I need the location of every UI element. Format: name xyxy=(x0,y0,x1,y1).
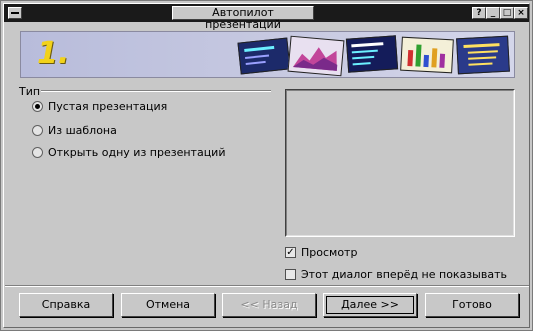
help-button[interactable]: Справка xyxy=(19,293,113,317)
slide-thumbnail-text xyxy=(456,35,510,75)
maximize-icon[interactable]: □ xyxy=(500,7,514,19)
slide-thumbnail-dark xyxy=(237,37,291,75)
step-number: 1. xyxy=(37,36,70,71)
help-icon[interactable]: ? xyxy=(472,7,486,19)
minimize-icon[interactable]: _ xyxy=(486,7,500,19)
window-title: Автопилот презентаций xyxy=(172,6,314,31)
button-separator xyxy=(5,285,529,287)
type-group-divider xyxy=(41,90,271,92)
radio-label: Из шаблона xyxy=(48,123,117,137)
cancel-button[interactable]: Отмена xyxy=(121,293,215,317)
preview-checkbox[interactable]: ✓ xyxy=(285,246,296,258)
radio-button[interactable] xyxy=(32,124,43,136)
title-bar[interactable]: Автопилот презентаций ? _ □ × xyxy=(4,4,529,31)
close-icon[interactable]: × xyxy=(514,7,528,19)
radio-open-presentation[interactable]: Открыть одну из презентаций xyxy=(32,145,225,159)
radio-label: Пустая презентация xyxy=(48,99,168,113)
radio-button[interactable] xyxy=(32,146,43,158)
slide-thumbnail-chart xyxy=(287,35,345,77)
radio-from-template[interactable]: Из шаблона xyxy=(32,123,117,137)
preview-box xyxy=(285,89,515,237)
slide-thumbnail-blue xyxy=(345,35,399,73)
wizard-window: Автопилот презентаций ? _ □ × 1. Тип Пус… xyxy=(0,0,533,331)
finish-button[interactable]: Готово xyxy=(425,293,519,317)
dont-show-checkbox-label: Этот диалог вперёд не показывать xyxy=(301,267,507,281)
radio-empty-presentation[interactable]: Пустая презентация xyxy=(32,99,167,113)
radio-button[interactable] xyxy=(32,100,43,112)
wizard-banner: 1. xyxy=(20,31,515,78)
next-button[interactable]: Далее >> xyxy=(323,293,417,317)
radio-label: Открыть одну из презентаций xyxy=(48,145,226,159)
preview-checkbox-row[interactable]: ✓ Просмотр xyxy=(285,245,357,259)
dont-show-checkbox-row[interactable]: Этот диалог вперёд не показывать xyxy=(285,267,507,281)
dont-show-checkbox[interactable] xyxy=(285,268,296,280)
preview-inner xyxy=(286,90,514,236)
system-menu-icon[interactable] xyxy=(8,7,22,19)
type-group-label: Тип xyxy=(19,85,41,98)
back-button[interactable]: << Назад xyxy=(222,293,316,317)
preview-checkbox-label: Просмотр xyxy=(301,245,358,259)
slide-thumbnail-bars xyxy=(400,36,454,74)
